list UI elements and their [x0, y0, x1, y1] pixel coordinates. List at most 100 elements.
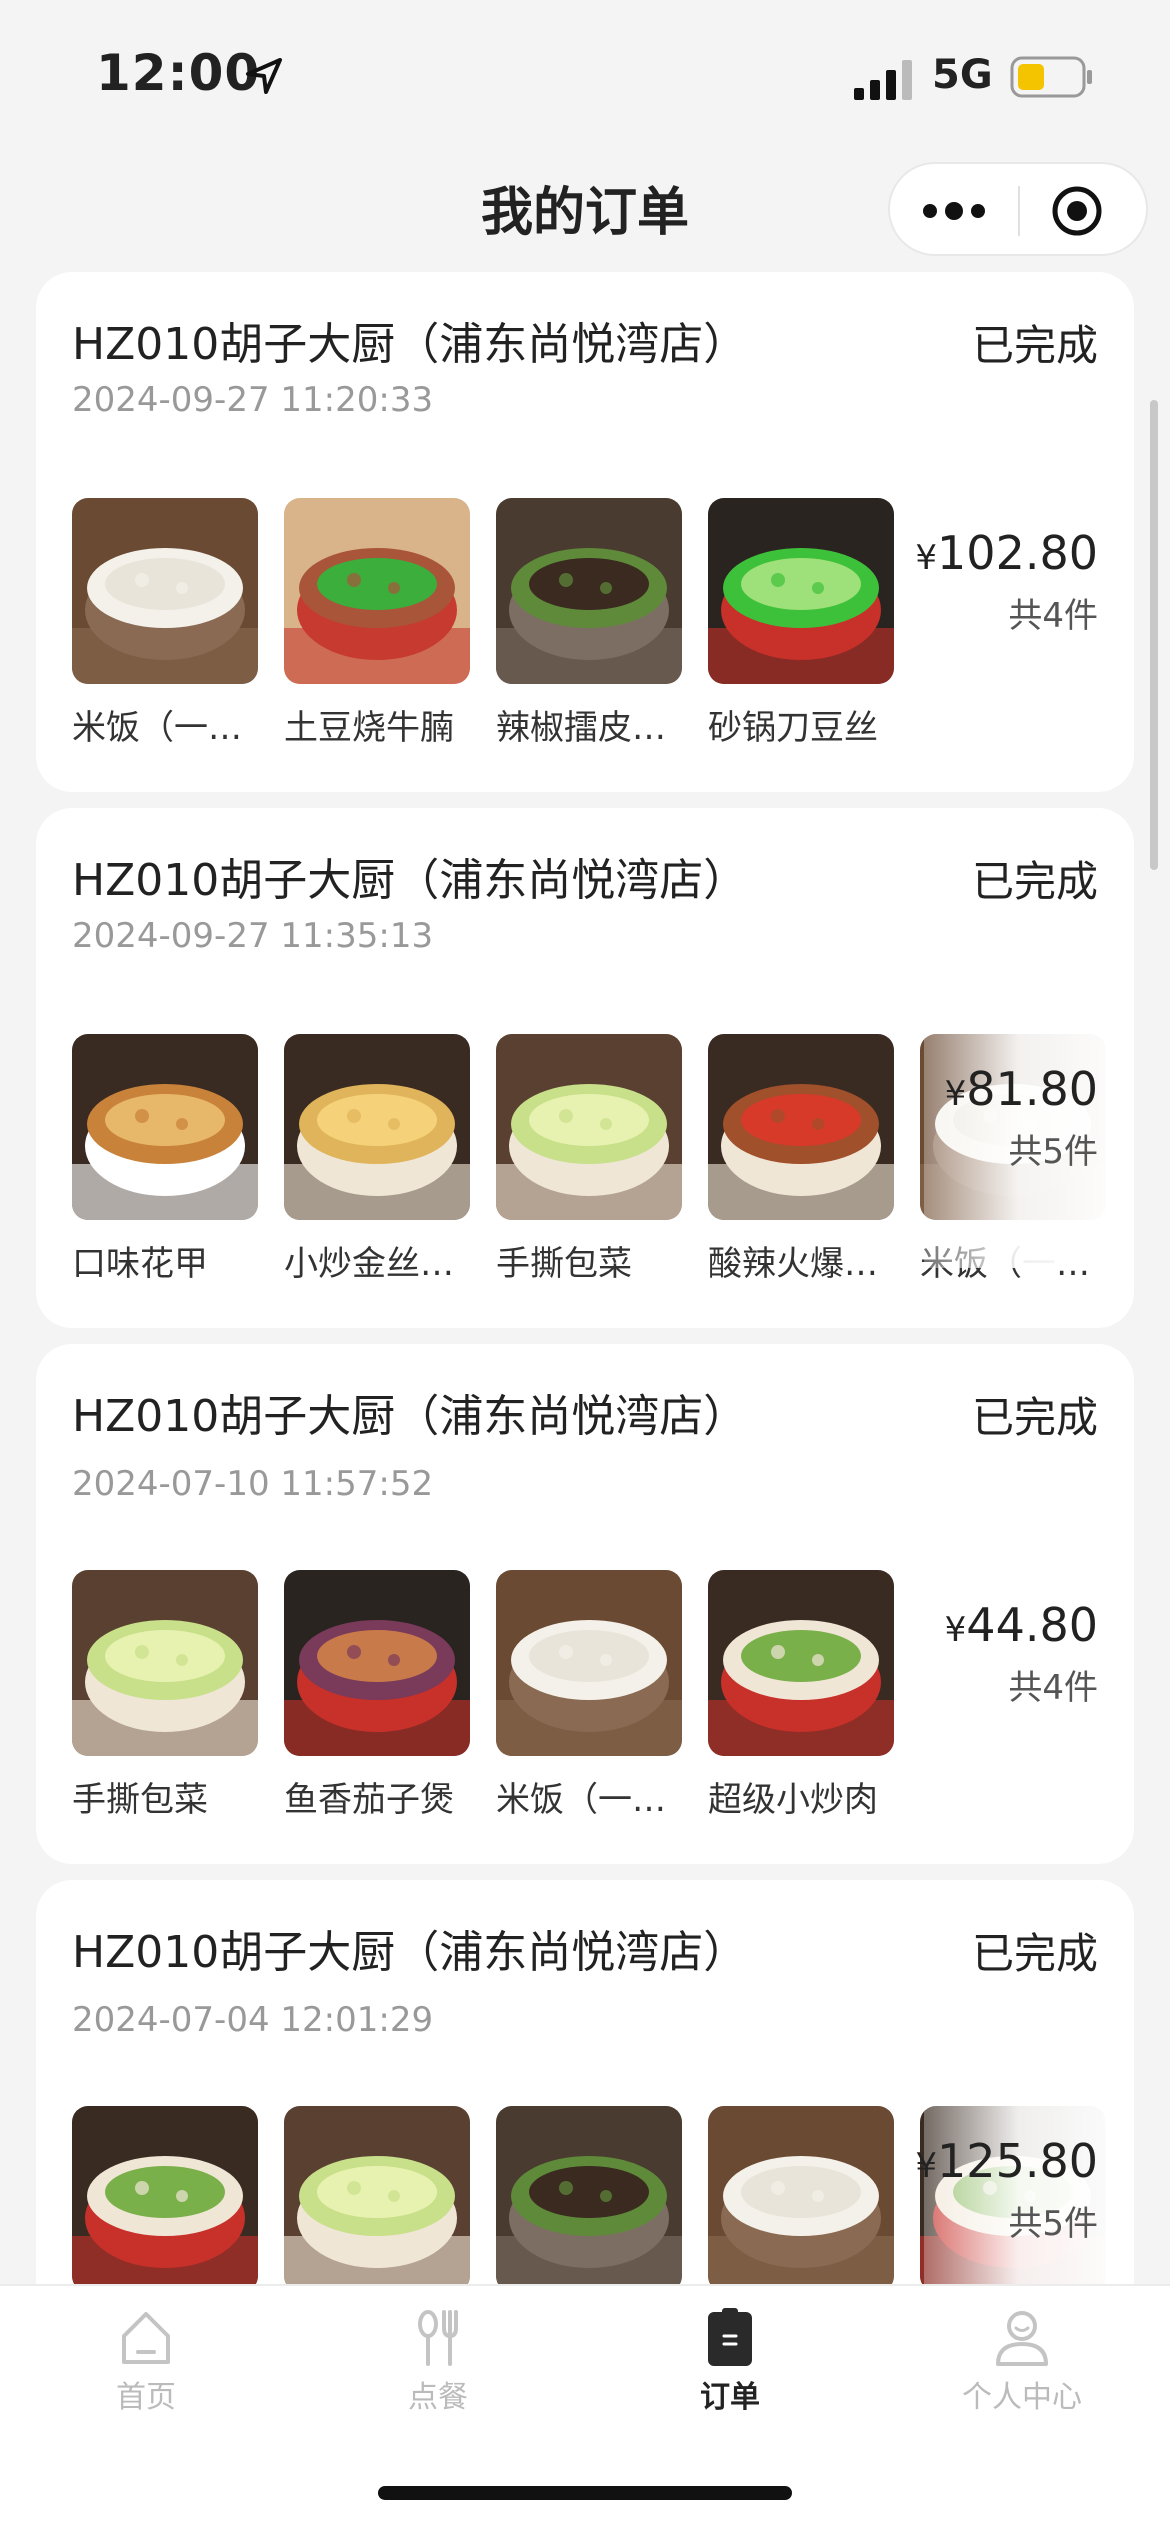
tab-label: 首页 — [116, 2380, 176, 2415]
dish-name: 土豆烧牛腩 — [284, 708, 454, 748]
item-count: 共4件 — [1008, 596, 1098, 636]
order-item: 土豆烧牛腩 — [284, 498, 470, 749]
order-card[interactable]: HZ010胡子大厨（浦东尚悦湾店） 已完成 2024-09-27 11:20:3… — [36, 272, 1134, 792]
clipboard-icon — [708, 2308, 752, 2366]
dish-illustration — [496, 2106, 682, 2292]
tab-label: 点餐 — [408, 2380, 468, 2415]
dish-image — [496, 1034, 682, 1220]
close-target-icon[interactable] — [1050, 184, 1104, 238]
utensils-icon — [418, 2310, 458, 2366]
store-name: HZ010胡子大厨（浦东尚悦湾店） — [72, 1927, 748, 1978]
dish-image — [72, 498, 258, 684]
dish-image — [284, 498, 470, 684]
dish-name: 砂锅刀豆丝 — [708, 708, 878, 748]
order-item: 米饭（一… — [72, 498, 258, 749]
price-box: ¥125.80 共5件 — [915, 2134, 1098, 2245]
dish-name: 酸辣火爆… — [708, 1244, 878, 1284]
dish-illustration — [284, 1034, 470, 1220]
item-count: 共4件 — [1008, 1668, 1098, 1708]
dish-image — [708, 498, 894, 684]
price-box: ¥102.80 共4件 — [915, 526, 1098, 637]
order-status: 已完成 — [971, 1393, 1098, 1442]
dish-illustration — [72, 2106, 258, 2292]
dish-name: 鱼香茄子煲 — [284, 1780, 454, 1820]
tab-home[interactable]: 首页 — [46, 2306, 246, 2416]
dish-illustration — [72, 1570, 258, 1756]
dish-image — [708, 1034, 894, 1220]
dish-illustration — [284, 2106, 470, 2292]
item-count: 共5件 — [1008, 1132, 1098, 1172]
order-price: ¥102.80 — [915, 526, 1098, 580]
tab-profile[interactable]: 个人中心 — [922, 2306, 1122, 2416]
order-time: 2024-07-04 12:01:29 — [72, 2000, 434, 2040]
nav-bar: 我的订单 — [0, 150, 1170, 270]
dish-image — [72, 1570, 258, 1756]
order-card[interactable]: HZ010胡子大厨（浦东尚悦湾店） 已完成 2024-07-10 11:57:5… — [36, 1344, 1134, 1864]
dish-illustration — [708, 1570, 894, 1756]
dish-illustration — [496, 1570, 682, 1756]
dish-illustration — [708, 498, 894, 684]
order-status: 已完成 — [971, 1929, 1098, 1978]
order-item: 小炒金丝… — [284, 1034, 470, 1285]
dish-image — [72, 2106, 258, 2292]
order-item: 砂锅刀豆丝 — [708, 498, 894, 749]
order-status: 已完成 — [971, 321, 1098, 370]
tab-label: 个人中心 — [962, 2380, 1082, 2415]
dish-image — [284, 1570, 470, 1756]
order-item: 手撕包菜 — [72, 1570, 258, 1821]
dish-image — [284, 1034, 470, 1220]
dish-image — [72, 1034, 258, 1220]
tab-label: 订单 — [700, 2380, 760, 2415]
order-item — [284, 2106, 470, 2292]
order-price: ¥44.80 — [944, 1598, 1098, 1652]
user-icon — [996, 2311, 1048, 2366]
price-box: ¥81.80 共5件 — [945, 1062, 1098, 1173]
order-item: 超级小炒肉 — [708, 1570, 894, 1821]
location-arrow-icon — [246, 58, 282, 94]
order-item: 米饭（一… — [496, 1570, 682, 1821]
home-icon — [122, 2312, 170, 2364]
dish-image — [284, 2106, 470, 2292]
home-indicator — [378, 2486, 792, 2500]
dish-name: 超级小炒肉 — [708, 1780, 878, 1820]
dish-image — [708, 1570, 894, 1756]
dish-name: 手撕包菜 — [72, 1780, 208, 1820]
item-count: 共5件 — [1008, 2204, 1098, 2244]
cellular-signal-icon — [854, 60, 912, 100]
store-name: HZ010胡子大厨（浦东尚悦湾店） — [72, 319, 748, 370]
order-item: 酸辣火爆… — [708, 1034, 894, 1285]
order-item — [496, 2106, 682, 2292]
order-item: 口味花甲 — [72, 1034, 258, 1285]
tab-orders[interactable]: 订单 — [630, 2306, 830, 2416]
dish-illustration — [496, 1034, 682, 1220]
dish-illustration — [284, 1570, 470, 1756]
scrollbar[interactable] — [1150, 400, 1158, 870]
dish-name: 米饭（一… — [72, 708, 242, 748]
order-price: ¥125.80 — [915, 2134, 1098, 2188]
dish-illustration — [72, 1034, 258, 1220]
dish-name: 米饭（一… — [496, 1780, 666, 1820]
order-card[interactable]: HZ010胡子大厨（浦东尚悦湾店） 已完成 2024-09-27 11:35:1… — [36, 808, 1134, 1328]
dish-name: 口味花甲 — [72, 1244, 208, 1284]
network-type: 5G — [932, 52, 993, 98]
battery-icon — [1010, 56, 1092, 98]
capsule-divider — [1018, 186, 1020, 236]
dish-illustration — [496, 498, 682, 684]
order-item — [708, 2106, 894, 2292]
dish-image — [496, 2106, 682, 2292]
dish-name: 手撕包菜 — [496, 1244, 632, 1284]
price-box: ¥44.80 共4件 — [945, 1598, 1098, 1709]
more-icon[interactable] — [918, 188, 990, 234]
dish-illustration — [708, 2106, 894, 2292]
dish-image — [708, 2106, 894, 2292]
order-item — [72, 2106, 258, 2292]
tab-order-food[interactable]: 点餐 — [338, 2306, 538, 2416]
order-price: ¥81.80 — [944, 1062, 1098, 1116]
order-time: 2024-09-27 11:20:33 — [72, 380, 434, 420]
mini-program-capsule — [888, 162, 1148, 256]
dish-image — [496, 498, 682, 684]
dish-image — [496, 1570, 682, 1756]
dish-illustration — [284, 498, 470, 684]
order-status: 已完成 — [971, 857, 1098, 906]
dish-illustration — [708, 1034, 894, 1220]
